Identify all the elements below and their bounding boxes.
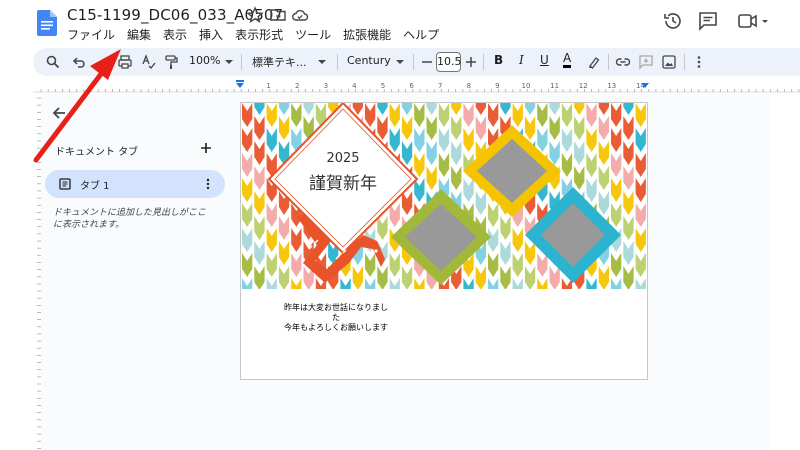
decrease-font-size-icon[interactable] <box>419 54 435 70</box>
outline-hint-text: ドキュメントに追加した見出しがここに表示されます。 <box>53 208 207 230</box>
tab-more-options-icon[interactable] <box>201 177 215 191</box>
toolbar-divider <box>241 54 242 70</box>
menu-help[interactable]: ヘルプ <box>403 26 445 43</box>
document-tabs-title: ドキュメント タブ <box>55 147 139 158</box>
chevron-down-icon[interactable] <box>221 54 237 70</box>
chevron-down-icon[interactable] <box>314 54 330 70</box>
ruler-label: 13 <box>607 82 616 90</box>
insert-image-icon[interactable] <box>661 54 677 70</box>
more-options-icon[interactable] <box>691 54 707 70</box>
insert-link-icon[interactable] <box>615 54 631 70</box>
left-indent-marker[interactable] <box>236 83 244 88</box>
add-comment-icon[interactable] <box>638 54 654 70</box>
message-line-2: た <box>332 313 340 322</box>
add-tab-icon[interactable] <box>199 141 213 155</box>
italic-button[interactable]: I <box>519 53 524 67</box>
search-menus-icon[interactable] <box>45 54 61 70</box>
menu-tools[interactable]: ツール <box>295 26 337 43</box>
ruler-label: 4 <box>352 82 357 90</box>
underline-button[interactable]: U <box>540 53 549 67</box>
zoom-select[interactable]: 100% <box>189 54 220 67</box>
toolbar-divider <box>608 54 609 70</box>
video-call-icon[interactable] <box>737 10 771 32</box>
menu-file[interactable]: ファイル <box>67 26 121 43</box>
ruler-label: 8 <box>467 82 471 90</box>
ruler-label: 9 <box>495 82 499 90</box>
message-line-3: 今年もよろしくお願いします <box>284 323 388 332</box>
menu-extensions[interactable]: 拡張機能 <box>343 26 397 43</box>
style-select[interactable]: 標準テキ... <box>252 54 307 70</box>
menu-view[interactable]: 表示 <box>163 26 193 43</box>
ruler-label: 5 <box>381 82 385 90</box>
docs-window: C15-1199_DC06_033_A0507 ファイル 編集 表示 挿入 表示… <box>0 0 800 450</box>
tab-label: タブ 1 <box>80 181 110 192</box>
ruler-label: 3 <box>324 82 328 90</box>
ruler-labels: 1 2 3 4 5 6 7 8 9 10 11 12 13 14 <box>266 82 645 90</box>
paint-format-icon[interactable] <box>163 54 179 70</box>
font-select[interactable]: Century <box>347 54 391 67</box>
ruler-label: 11 <box>550 82 559 90</box>
toolbar-divider <box>413 54 414 70</box>
comments-icon[interactable] <box>697 10 719 32</box>
undo-icon[interactable] <box>71 54 87 70</box>
move-to-folder-icon[interactable] <box>269 6 287 24</box>
document-page[interactable]: 2025 謹賀新年 昨年は大変お世話になりまし た 今年もよろしくお願いします <box>240 102 648 380</box>
ruler-label: 6 <box>409 82 414 90</box>
message-line-1: 昨年は大変お世話になりまし <box>284 303 388 312</box>
tab-document-icon <box>59 178 71 190</box>
sidebar-tab-1[interactable]: タブ 1 <box>45 170 225 198</box>
increase-font-size-icon[interactable] <box>463 54 479 70</box>
toolbar-divider <box>483 54 484 70</box>
text-color-button[interactable]: A <box>563 51 572 68</box>
highlight-pen-icon[interactable] <box>586 54 602 70</box>
google-docs-icon[interactable] <box>37 10 57 36</box>
back-arrow-icon[interactable] <box>50 104 68 122</box>
menu-format[interactable]: 表示形式 <box>235 26 289 43</box>
menu-bar: ファイル 編集 表示 挿入 表示形式 ツール 拡張機能 ヘルプ <box>67 26 451 43</box>
horizontal-ruler[interactable]: 1 2 3 4 5 6 7 8 9 10 11 12 13 14 <box>33 80 800 94</box>
side-panel-gutter <box>771 94 800 450</box>
ruler-label: 1 <box>266 82 270 90</box>
chevron-down-icon[interactable] <box>392 54 408 70</box>
menu-insert[interactable]: 挿入 <box>199 26 229 43</box>
font-size-input[interactable]: 10.5 <box>436 52 462 72</box>
ruler-label: 10 <box>522 82 531 90</box>
history-icon[interactable] <box>662 10 684 32</box>
ruler-label: 7 <box>438 82 442 90</box>
spellcheck-icon[interactable] <box>141 54 157 70</box>
ruler-label: 12 <box>579 82 588 90</box>
card-year: 2025 <box>326 151 359 166</box>
title-bar: C15-1199_DC06_033_A0507 ファイル 編集 表示 挿入 表示… <box>0 0 800 44</box>
ruler-label: 2 <box>295 82 299 90</box>
toolbar-divider <box>684 54 685 70</box>
print-icon[interactable] <box>117 54 133 70</box>
vertical-ruler[interactable] <box>33 94 41 450</box>
cloud-saved-icon[interactable] <box>291 6 309 24</box>
card-greeting: 謹賀新年 <box>309 174 377 194</box>
new-year-card-image[interactable]: 2025 謹賀新年 <box>241 103 647 289</box>
first-line-indent-marker[interactable] <box>236 80 244 82</box>
star-icon[interactable] <box>246 6 264 24</box>
toolbar-divider <box>337 54 338 70</box>
bold-button[interactable]: B <box>494 53 503 67</box>
toolbar: 100% 標準テキ... Century 10.5 B I U A <box>33 48 800 76</box>
menu-edit[interactable]: 編集 <box>127 26 157 43</box>
